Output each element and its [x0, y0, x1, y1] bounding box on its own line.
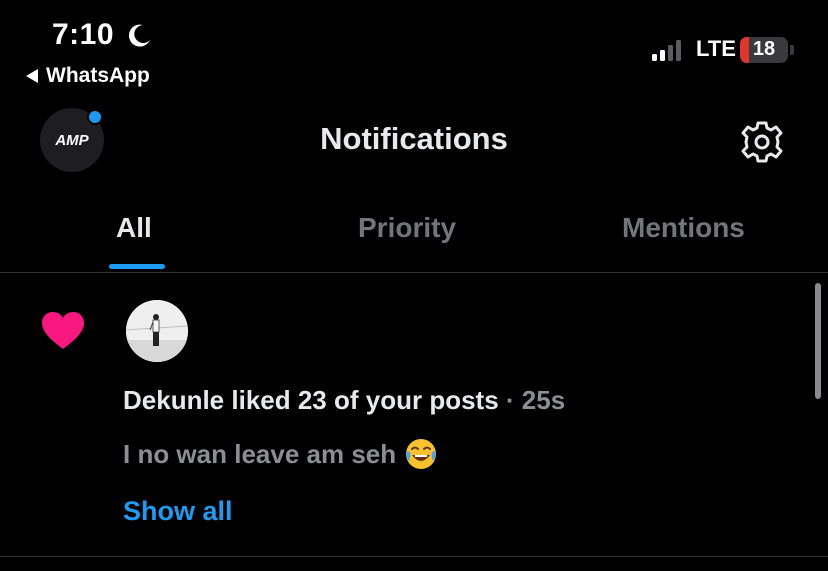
tab-priority[interactable]: Priority: [358, 212, 456, 244]
laughing-emoji-icon: [406, 439, 437, 469]
tab-mentions[interactable]: Mentions: [622, 212, 745, 244]
network-label: LTE: [696, 36, 736, 61]
tab-all[interactable]: All: [116, 212, 152, 244]
separator-dot: ·: [505, 385, 515, 415]
notification-text: Dekunle liked 23 of your posts · 25s: [123, 385, 565, 416]
heart-icon: [42, 312, 84, 349]
post-preview: I no wan leave am seh: [123, 437, 438, 471]
battery-icon: 18: [740, 37, 788, 63]
scrollbar[interactable]: [815, 283, 821, 399]
back-to-app-button[interactable]: WhatsApp: [26, 64, 150, 88]
battery-level: 18: [752, 38, 776, 60]
user-avatar[interactable]: [126, 300, 188, 362]
timestamp: 25s: [521, 385, 566, 415]
moon-icon: [128, 24, 150, 47]
back-arrow-icon: [26, 69, 38, 83]
page-title: Notifications: [320, 121, 508, 156]
status-time: 7:10: [52, 18, 115, 51]
user-photo: [126, 300, 188, 362]
tabs-divider: [0, 272, 828, 273]
show-all-link[interactable]: Show all: [123, 496, 233, 527]
notification-message: Dekunle liked 23 of your posts: [123, 385, 499, 415]
tab-bar: All Priority Mentions: [0, 204, 828, 272]
item-divider: [0, 556, 828, 557]
signal-icon: [652, 39, 681, 61]
battery-tip: [790, 45, 794, 55]
active-tab-indicator: [109, 264, 165, 269]
post-preview-text: I no wan leave am seh: [123, 438, 397, 469]
gear-icon[interactable]: [739, 119, 785, 165]
back-app-label: WhatsApp: [46, 64, 150, 87]
